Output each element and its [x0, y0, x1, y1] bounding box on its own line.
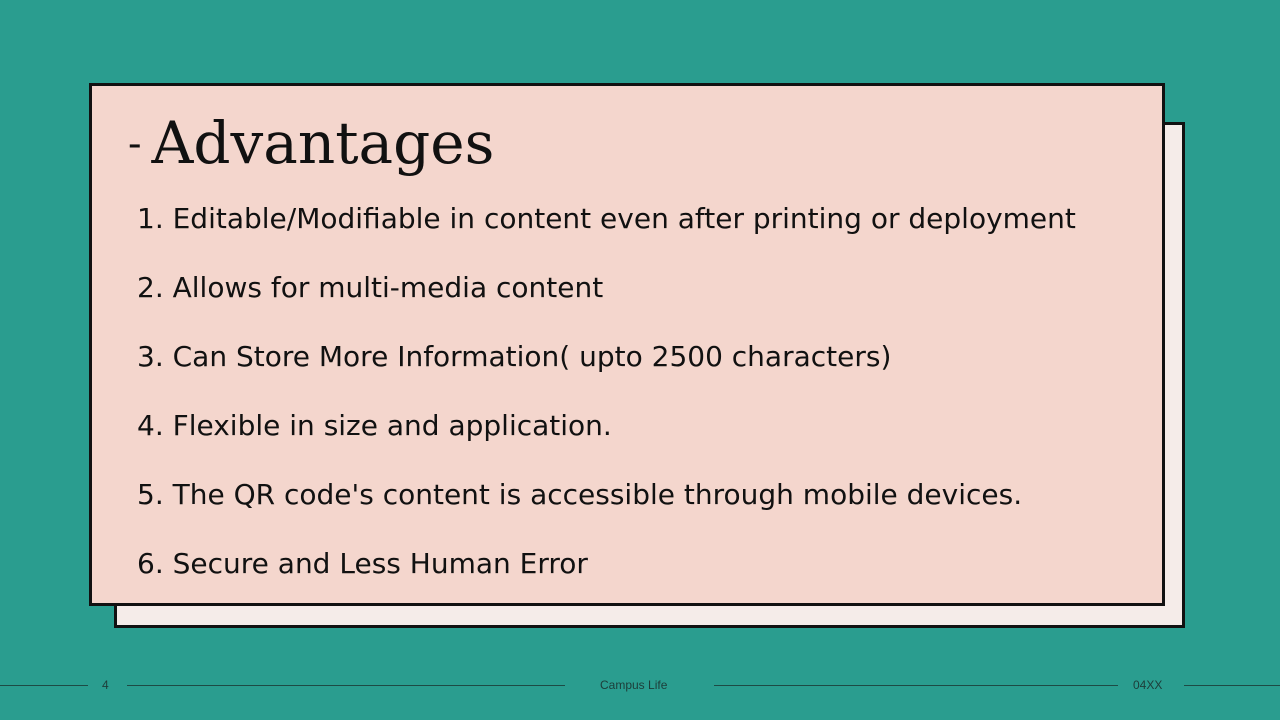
content-card: - Advantages 1. Editable/Modifiable in co…	[89, 83, 1165, 606]
footer-divider	[0, 685, 88, 686]
footer-divider	[1184, 685, 1280, 686]
title-dash: -	[128, 121, 142, 167]
footer-divider	[714, 685, 1118, 686]
slide-title: - Advantages	[128, 108, 494, 179]
list-item: 2. Allows for multi-media content	[137, 271, 604, 304]
title-text: Advantages	[151, 109, 495, 177]
page-number: 4	[102, 678, 109, 692]
list-item: 3. Can Store More Information( upto 2500…	[137, 340, 892, 373]
footer-title: Campus Life	[600, 678, 668, 692]
footer-date: 04XX	[1133, 678, 1163, 692]
slide-footer: 4 Campus Life 04XX	[0, 675, 1280, 697]
advantages-list: 1. Editable/Modifiable in content even a…	[137, 204, 1076, 618]
list-item: 5. The QR code's content is accessible t…	[137, 478, 1023, 511]
list-item: 6. Secure and Less Human Error	[137, 547, 588, 580]
footer-divider	[127, 685, 565, 686]
list-item: 4. Flexible in size and application.	[137, 409, 612, 442]
list-item: 1. Editable/Modifiable in content even a…	[137, 202, 1076, 235]
